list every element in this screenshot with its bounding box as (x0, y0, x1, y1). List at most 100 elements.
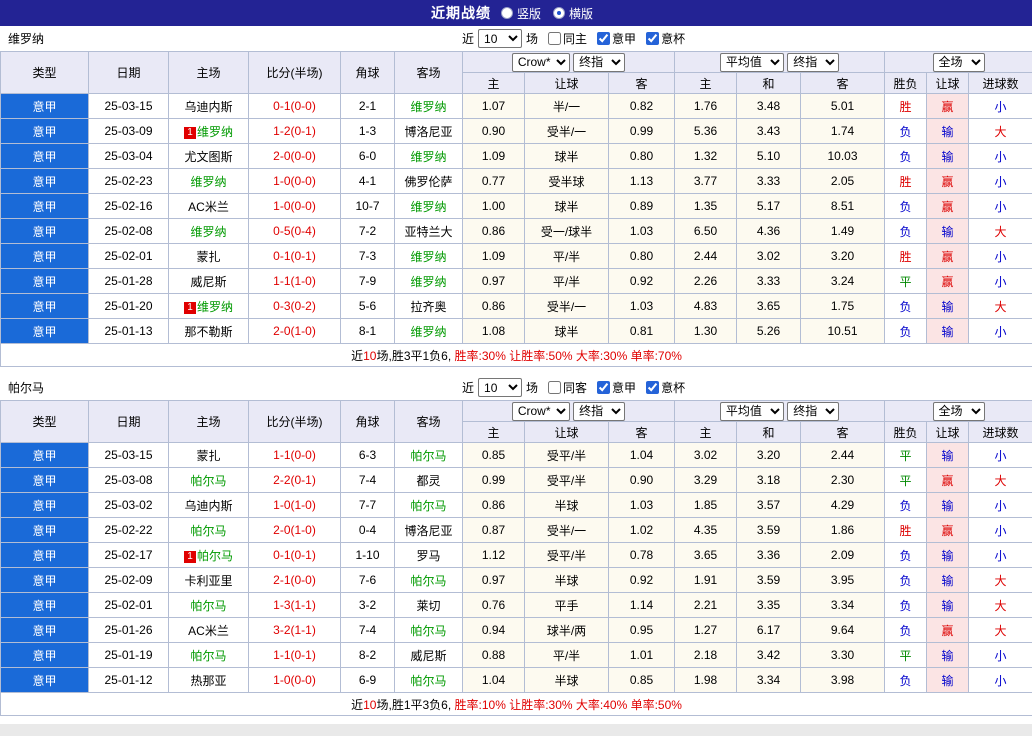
cell-asia-away-odds: 1.04 (609, 443, 675, 468)
cell-score[interactable]: 2-0(1-0) (249, 319, 341, 344)
cell-euro-away-odds: 9.64 (801, 618, 885, 643)
cell-score[interactable]: 1-0(0-0) (249, 668, 341, 693)
match-row: 意甲25-02-09卡利亚里2-1(0-0)7-6帕尔马0.97半球0.921.… (1, 568, 1032, 593)
league-checkbox[interactable] (597, 381, 610, 394)
cell-handicap-result: 输 (927, 219, 969, 244)
cup-option[interactable]: 意杯 (640, 30, 685, 47)
summary-prefix: 近 (351, 698, 363, 712)
cell-score[interactable]: 0-1(0-1) (249, 244, 341, 269)
match-row: 意甲25-03-15蒙扎1-1(0-0)6-3帕尔马0.85受平/半1.043.… (1, 443, 1032, 468)
sub-header-euro-home: 主 (675, 73, 737, 94)
cell-score[interactable]: 2-0(1-0) (249, 518, 341, 543)
same-venue-checkbox[interactable] (548, 32, 561, 45)
cell-home-team: 帕尔马 (169, 643, 249, 668)
cell-score[interactable]: 2-0(0-0) (249, 144, 341, 169)
cell-score[interactable]: 1-0(1-0) (249, 493, 341, 518)
cell-score[interactable]: 1-1(0-0) (249, 443, 341, 468)
cell-away-team: 都灵 (395, 468, 463, 493)
team-label: 维罗纳 (410, 100, 446, 114)
cell-euro-home-odds: 3.29 (675, 468, 737, 493)
cell-handicap-result: 赢 (927, 468, 969, 493)
cell-score[interactable]: 1-1(1-0) (249, 269, 341, 294)
cell-home-team: AC米兰 (169, 618, 249, 643)
average-odds-select[interactable]: 平均值 (720, 402, 784, 421)
cell-wdl-result: 负 (885, 568, 927, 593)
cell-corner: 6-3 (341, 443, 395, 468)
cup-checkbox[interactable] (646, 32, 659, 45)
bookmaker-select[interactable]: Crow* (512, 402, 570, 421)
cell-euro-away-odds: 2.30 (801, 468, 885, 493)
horizontal-layout-radio[interactable] (553, 7, 565, 19)
cell-home-team: 卡利亚里 (169, 568, 249, 593)
cell-wdl-result: 胜 (885, 169, 927, 194)
cell-score[interactable]: 1-3(1-1) (249, 593, 341, 618)
filter-controls: 近 10 场 同客 意甲 意杯 (462, 378, 685, 397)
cell-asia-home-odds: 1.09 (463, 244, 525, 269)
recent-count-select[interactable]: 10 (478, 378, 522, 397)
match-row: 意甲25-02-08维罗纳0-5(0-4)7-2亚特兰大0.86受一/球半1.0… (1, 219, 1032, 244)
col-header-corner: 角球 (341, 52, 395, 94)
euro-final-odds-select[interactable]: 终指 (787, 53, 839, 72)
cell-euro-home-odds: 1.98 (675, 668, 737, 693)
cell-score[interactable]: 0-5(0-4) (249, 219, 341, 244)
full-match-select[interactable]: 全场 (933, 53, 985, 72)
cell-wdl-result: 平 (885, 269, 927, 294)
recent-count-select[interactable]: 10 (478, 29, 522, 48)
cell-score[interactable]: 1-1(0-1) (249, 643, 341, 668)
cell-score[interactable]: 0-1(0-1) (249, 543, 341, 568)
cell-asia-away-odds: 1.03 (609, 219, 675, 244)
table-header-row-1: 类型 日期 主场 比分(半场) 角球 客场 Crow* 终指 平均值 终指 全场 (1, 401, 1032, 422)
cell-euro-home-odds: 1.76 (675, 94, 737, 119)
cell-handicap-result: 输 (927, 593, 969, 618)
cell-score[interactable]: 3-2(1-1) (249, 618, 341, 643)
cell-wdl-result: 负 (885, 319, 927, 344)
cell-league: 意甲 (1, 593, 89, 618)
full-match-select[interactable]: 全场 (933, 402, 985, 421)
cell-home-team: 威尼斯 (169, 269, 249, 294)
league-option[interactable]: 意甲 (591, 30, 636, 47)
cell-euro-draw-odds: 3.57 (737, 493, 801, 518)
col-header-home: 主场 (169, 52, 249, 94)
cell-home-team: 尤文图斯 (169, 144, 249, 169)
cell-score[interactable]: 0-3(0-2) (249, 294, 341, 319)
cell-asia-home-odds: 1.00 (463, 194, 525, 219)
league-checkbox[interactable] (597, 32, 610, 45)
cell-euro-draw-odds: 4.36 (737, 219, 801, 244)
cell-score[interactable]: 1-2(0-1) (249, 119, 341, 144)
cup-checkbox[interactable] (646, 381, 659, 394)
cell-away-team: 博洛尼亚 (395, 119, 463, 144)
cell-score[interactable]: 1-0(0-0) (249, 169, 341, 194)
same-venue-option[interactable]: 同客 (542, 379, 587, 396)
cell-score[interactable]: 1-0(0-0) (249, 194, 341, 219)
asia-final-odds-select[interactable]: 终指 (573, 53, 625, 72)
cell-euro-home-odds: 4.83 (675, 294, 737, 319)
team-label: 乌迪内斯 (184, 499, 232, 513)
same-venue-checkbox[interactable] (548, 381, 561, 394)
league-option[interactable]: 意甲 (591, 379, 636, 396)
asia-final-odds-select[interactable]: 终指 (573, 402, 625, 421)
bookmaker-select[interactable]: Crow* (512, 53, 570, 72)
cell-away-team: 拉齐奥 (395, 294, 463, 319)
cell-handicap-result: 赢 (927, 169, 969, 194)
match-row: 意甲25-02-23维罗纳1-0(0-0)4-1佛罗伦萨0.77受半球1.133… (1, 169, 1032, 194)
cell-euro-home-odds: 1.85 (675, 493, 737, 518)
cell-score[interactable]: 2-2(0-1) (249, 468, 341, 493)
cell-home-team: 维罗纳 (169, 219, 249, 244)
vertical-layout-radio[interactable] (501, 7, 513, 19)
cell-euro-draw-odds: 3.65 (737, 294, 801, 319)
same-venue-option[interactable]: 同主 (542, 30, 587, 47)
cell-asia-handicap: 半球 (525, 568, 609, 593)
col-header-score: 比分(半场) (249, 401, 341, 443)
average-odds-select[interactable]: 平均值 (720, 53, 784, 72)
cup-option[interactable]: 意杯 (640, 379, 685, 396)
cell-asia-away-odds: 1.14 (609, 593, 675, 618)
cell-score[interactable]: 2-1(0-0) (249, 568, 341, 593)
sub-header-asia-handicap: 让球 (525, 73, 609, 94)
euro-final-odds-select[interactable]: 终指 (787, 402, 839, 421)
cell-euro-draw-odds: 3.18 (737, 468, 801, 493)
cell-date: 25-02-22 (89, 518, 169, 543)
team-label: AC米兰 (188, 624, 229, 638)
col-header-away: 客场 (395, 52, 463, 94)
cell-score[interactable]: 0-1(0-0) (249, 94, 341, 119)
cell-euro-home-odds: 1.32 (675, 144, 737, 169)
